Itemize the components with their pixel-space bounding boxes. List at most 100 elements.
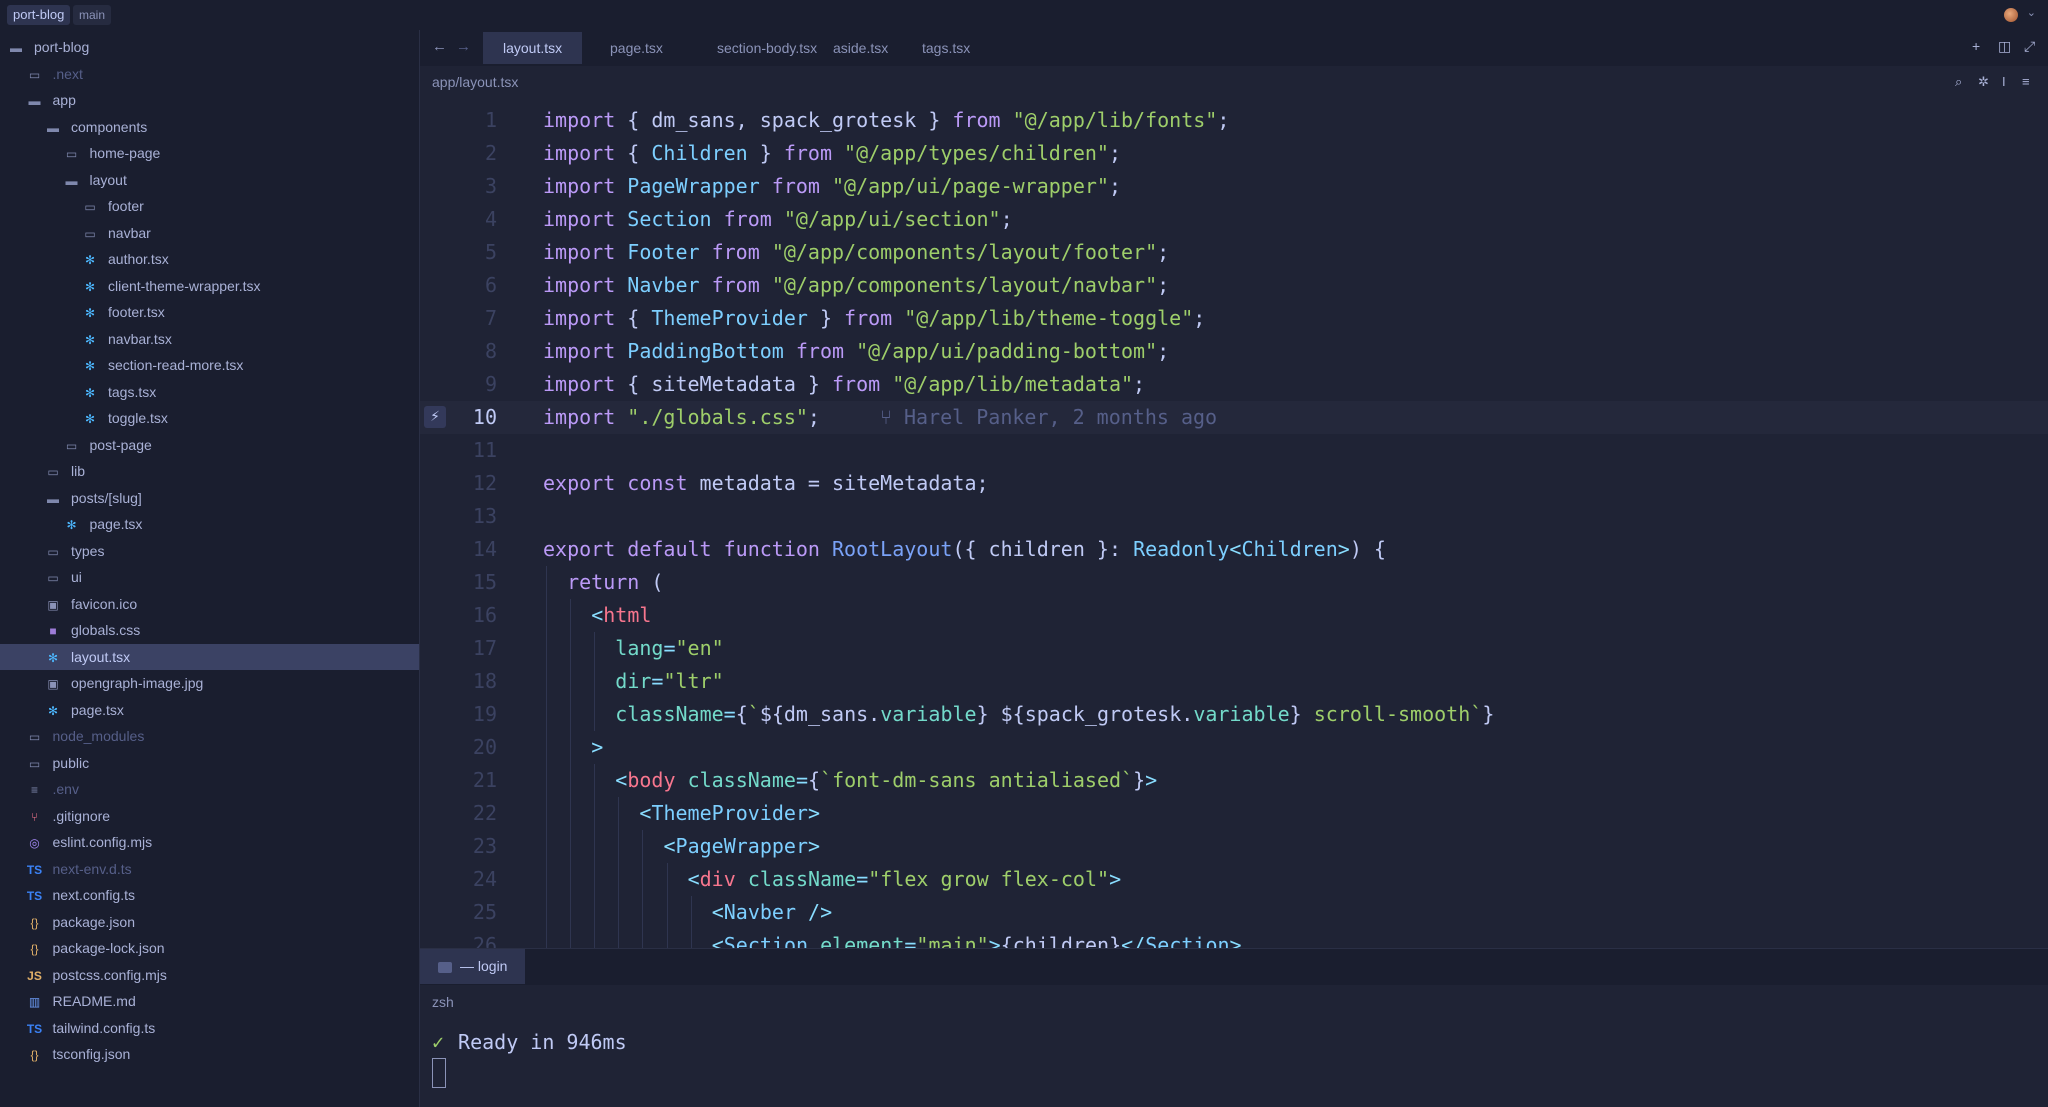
code-line[interactable]: 24 <div className="flex grow flex-col"> — [420, 863, 2048, 896]
code-line[interactable]: ⚡ 10 import "./globals.css"; ⑂ Harel Panker… — [420, 401, 2048, 434]
arrow-right-icon[interactable]: → — [456, 38, 471, 55]
code-line[interactable]: 25 <Navber /> — [420, 896, 2048, 929]
tree-item[interactable]: ▭ node_modules — [0, 723, 419, 749]
tree-item[interactable]: TS next.config.ts — [0, 882, 419, 908]
arrow-left-icon[interactable]: ← — [432, 38, 447, 55]
code-line[interactable]: 12 export const metadata = siteMetadata; — [420, 467, 2048, 500]
code-line[interactable]: 17 lang="en" — [420, 632, 2048, 665]
tree-item[interactable]: ✻ client-theme-wrapper.tsx — [0, 273, 419, 299]
tree-item[interactable]: ✻ toggle.tsx — [0, 405, 419, 431]
sparkle-icon[interactable]: ✲ — [1978, 74, 1989, 90]
code-token: export — [543, 537, 616, 561]
code-line[interactable]: 6 import Navber from "@/app/components/la… — [420, 269, 2048, 302]
code-line[interactable]: 23 <PageWrapper> — [420, 830, 2048, 863]
maximize-icon[interactable]: ⤢ — [2024, 38, 2035, 55]
tree-item[interactable]: ✻ navbar.tsx — [0, 326, 419, 352]
code-line[interactable]: 21 <body className={`font-dm-sans antiali… — [420, 764, 2048, 797]
tree-item[interactable]: ▭ lib — [0, 458, 419, 484]
chevron-down-icon[interactable]: ⌄ — [2027, 6, 2036, 19]
tree-item[interactable]: ▭ .next — [0, 61, 419, 87]
code-line[interactable]: 15 return ( — [420, 566, 2048, 599]
code-line[interactable]: 20 > — [420, 731, 2048, 764]
code-token: Footer — [627, 240, 700, 264]
code-line[interactable]: 8 import PaddingBottom from "@/app/ui/pad… — [420, 335, 2048, 368]
tree-item[interactable]: ▭ ui — [0, 564, 419, 590]
tree-item[interactable]: ▬ app — [0, 87, 419, 113]
tree-item[interactable]: ▣ favicon.ico — [0, 591, 419, 617]
split-pane-icon[interactable]: ◫ — [1998, 38, 2011, 55]
tree-item[interactable]: {} tsconfig.json — [0, 1041, 419, 1067]
line-number: 24 — [472, 867, 497, 891]
tree-item[interactable]: ■ globals.css — [0, 617, 419, 643]
line-number: 17 — [472, 636, 497, 660]
code-line[interactable]: 26 <Section element="main">{children}</Se… — [420, 929, 2048, 948]
terminal-output[interactable]: ✓ Ready in 946ms — [432, 1030, 627, 1054]
terminal-tab[interactable]: — login — [420, 949, 526, 984]
code-line[interactable]: 5 import Footer from "@/app/components/la… — [420, 236, 2048, 269]
code-editor[interactable]: 1 import { dm_sans, spack_grotesk } from … — [420, 104, 2048, 948]
tab-page-tsx[interactable]: page.tsx — [590, 32, 683, 64]
code-line[interactable]: 4 import Section from "@/app/ui/section"; — [420, 203, 2048, 236]
tab-aside-tsx[interactable]: aside.tsx — [813, 32, 908, 64]
code-line[interactable]: 3 import PageWrapper from "@/app/ui/page-… — [420, 170, 2048, 203]
tree-item[interactable]: {} package-lock.json — [0, 935, 419, 961]
breadcrumb[interactable]: app/layout.tsx — [432, 74, 518, 90]
tab-layout-tsx[interactable]: layout.tsx — [483, 32, 583, 64]
code-line[interactable]: 22 <ThemeProvider> — [420, 797, 2048, 830]
text-cursor-icon[interactable]: I — [2002, 74, 2006, 89]
tree-item[interactable]: ▬ components — [0, 114, 419, 140]
tree-item[interactable]: ◎ eslint.config.mjs — [0, 829, 419, 855]
check-icon: ✓ — [432, 1030, 445, 1054]
tree-item[interactable]: ▬ port-blog — [0, 34, 419, 60]
project-name-button[interactable]: port-blog — [7, 5, 71, 25]
code-line[interactable]: 11 — [420, 434, 2048, 467]
code-token: { siteMetadata } — [615, 372, 832, 396]
folder-icon: ▭ — [47, 544, 59, 559]
plus-icon[interactable]: + — [1972, 38, 1980, 54]
code-line[interactable]: 9 import { siteMetadata } from "@/app/lib… — [420, 368, 2048, 401]
tree-item[interactable]: {} package.json — [0, 909, 419, 935]
code-line[interactable]: 14 export default function RootLayout({ c… — [420, 533, 2048, 566]
tree-item[interactable]: ≡ .env — [0, 776, 419, 802]
tab-tags-tsx[interactable]: tags.tsx — [902, 32, 990, 64]
indent-guide — [546, 797, 547, 830]
tree-item[interactable]: ✻ page.tsx — [0, 697, 419, 723]
code-line[interactable]: 19 className={`${dm_sans.variable} ${spac… — [420, 698, 2048, 731]
inline-blame[interactable]: ⑂ Harel Panker, 2 months ago — [880, 405, 1217, 429]
code-line[interactable]: 1 import { dm_sans, spack_grotesk } from … — [420, 104, 2048, 137]
tree-item[interactable]: ▬ layout — [0, 167, 419, 193]
tree-item[interactable]: ✻ layout.tsx — [0, 643, 419, 670]
tree-item[interactable]: ▭ footer — [0, 193, 419, 219]
code-token: `font-dm-sans antialiased` — [820, 768, 1134, 792]
tree-item[interactable]: ▬ posts/[slug] — [0, 485, 419, 511]
tree-item[interactable]: ▭ post-page — [0, 432, 419, 458]
tree-item[interactable]: ⑂ .gitignore — [0, 803, 419, 829]
tree-item[interactable]: ✻ page.tsx — [0, 511, 419, 537]
tree-item[interactable]: ✻ tags.tsx — [0, 379, 419, 405]
line-number: 15 — [472, 570, 497, 594]
search-icon[interactable]: ⌕ — [1955, 74, 1962, 90]
tree-item[interactable]: ▥ README.md — [0, 988, 419, 1014]
tree-item-label: page.tsx — [71, 701, 124, 718]
tree-item[interactable]: TS tailwind.config.ts — [0, 1015, 419, 1041]
code-line[interactable]: 7 import { ThemeProvider } from "@/app/li… — [420, 302, 2048, 335]
tree-item[interactable]: ✻ author.tsx — [0, 246, 419, 272]
code-line[interactable]: 2 import { Children } from "@/app/types/c… — [420, 137, 2048, 170]
tree-item[interactable]: JS postcss.config.mjs — [0, 962, 419, 988]
tree-item[interactable]: TS next-env.d.ts — [0, 856, 419, 882]
tree-item[interactable]: ✻ footer.tsx — [0, 299, 419, 325]
user-avatar[interactable] — [2004, 8, 2018, 22]
folder-icon: ▭ — [47, 571, 59, 585]
tree-item[interactable]: ✻ section-read-more.tsx — [0, 352, 419, 378]
tree-item[interactable]: ▭ public — [0, 750, 419, 776]
settings-sliders-icon[interactable]: ≡ — [2022, 74, 2030, 89]
tree-item[interactable]: ▭ home-page — [0, 140, 419, 166]
code-line[interactable]: 16 <html — [420, 599, 2048, 632]
branch-button[interactable]: main — [73, 5, 112, 25]
code-line[interactable]: 18 dir="ltr" — [420, 665, 2048, 698]
tree-item[interactable]: ▣ opengraph-image.jpg — [0, 670, 419, 696]
code-line[interactable]: 13 — [420, 500, 2048, 533]
tree-item[interactable]: ▭ types — [0, 538, 419, 564]
tree-item[interactable]: ▭ navbar — [0, 220, 419, 246]
